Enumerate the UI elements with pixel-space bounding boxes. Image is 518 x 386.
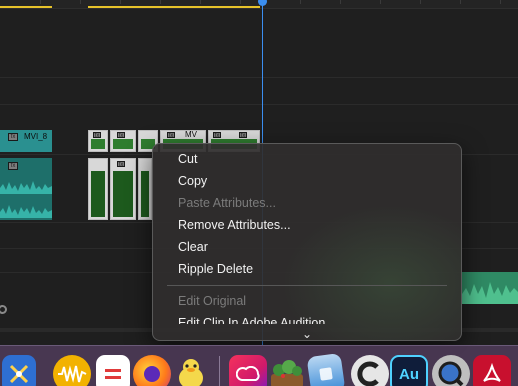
- icloud-app-icon[interactable]: [306, 352, 346, 386]
- menu-item-edit-in-audition[interactable]: Edit Clip In Adobe Audition: [153, 312, 461, 324]
- fx-badge: fx: [8, 133, 18, 141]
- zoom-handle[interactable]: [0, 305, 7, 314]
- video-clip[interactable]: fx MVI_8: [0, 130, 52, 152]
- work-area-bar: [0, 6, 52, 8]
- menu-separator: [167, 285, 447, 286]
- equals-app-icon[interactable]: [96, 355, 130, 386]
- clip-label: MV: [185, 130, 197, 139]
- cyberduck-icon[interactable]: [172, 355, 210, 386]
- clip-context-menu: Cut Copy Paste Attributes... Remove Attr…: [152, 143, 462, 341]
- menu-item-edit-original: Edit Original: [178, 294, 247, 308]
- macos-dock: Au: [0, 345, 518, 386]
- firefox-icon[interactable]: [133, 355, 171, 386]
- c-app-icon[interactable]: [351, 355, 389, 386]
- work-area-bar: [88, 6, 260, 8]
- audition-icon[interactable]: Au: [390, 355, 428, 386]
- video-clip[interactable]: fx: [110, 130, 136, 152]
- creative-cloud-icon[interactable]: [229, 355, 267, 386]
- video-clip[interactable]: fx: [88, 130, 108, 152]
- plants-app-icon[interactable]: [268, 355, 306, 386]
- scroll-down-arrow-icon[interactable]: ⌄: [153, 327, 461, 340]
- audio-clip[interactable]: [462, 272, 518, 304]
- audio-clip[interactable]: [88, 158, 108, 220]
- audio-clip[interactable]: fx: [110, 158, 136, 220]
- audio-clip[interactable]: fx: [0, 158, 52, 220]
- acrobat-icon[interactable]: [473, 355, 511, 386]
- waveform-app-icon[interactable]: [53, 355, 91, 386]
- menu-item-clear[interactable]: Clear: [153, 236, 461, 258]
- menu-item-paste-attributes: Paste Attributes...: [178, 196, 276, 210]
- clip-label: MVI_8: [24, 132, 48, 141]
- audio-waveform: [462, 282, 518, 304]
- quicktime-icon[interactable]: [432, 355, 470, 386]
- audition-label: Au: [399, 365, 419, 383]
- audio-clip[interactable]: [138, 158, 152, 220]
- menu-item-copy[interactable]: Copy: [153, 170, 461, 192]
- dock-divider: [219, 356, 220, 386]
- menu-item-remove-attributes[interactable]: Remove Attributes...: [153, 214, 461, 236]
- fx-badge: fx: [8, 162, 18, 170]
- audio-waveform: [0, 181, 52, 218]
- instruments-icon[interactable]: [2, 355, 36, 386]
- menu-item-cut[interactable]: Cut: [153, 148, 461, 170]
- menu-item-ripple-delete[interactable]: Ripple Delete: [153, 258, 461, 280]
